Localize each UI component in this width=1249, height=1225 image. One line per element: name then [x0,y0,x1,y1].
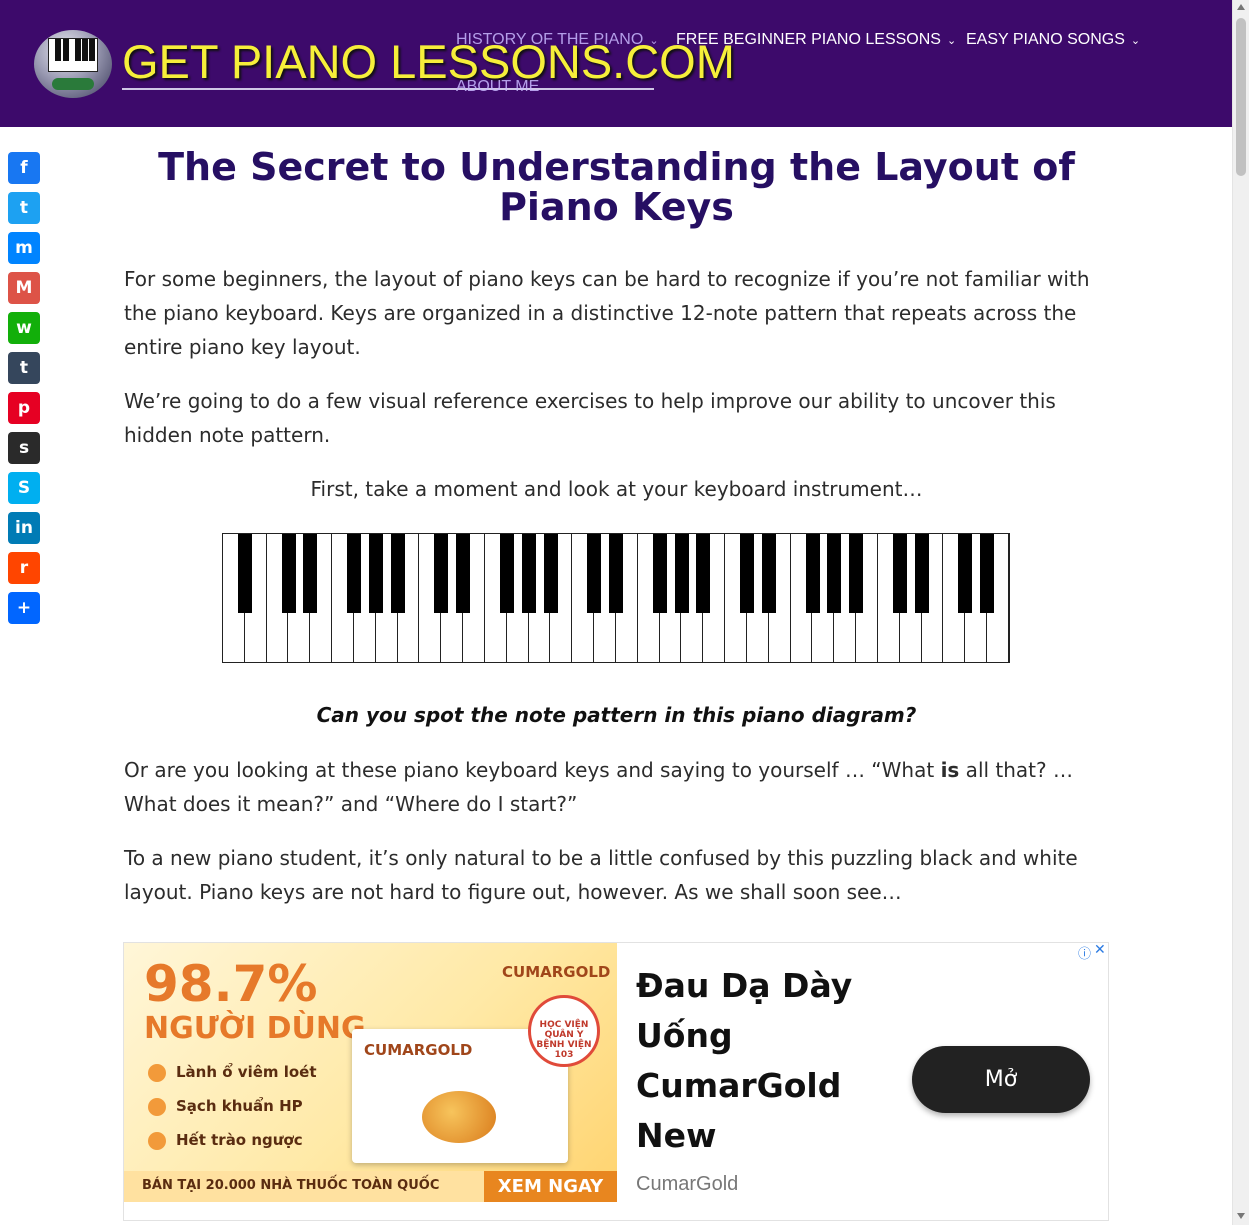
messenger-share-icon[interactable]: m [8,232,40,264]
scrollbar-thumb[interactable] [1236,18,1246,176]
black-key [696,534,711,613]
black-key [543,534,558,613]
diagram-caption: Can you spot the note pattern in this pi… [316,703,917,727]
black-key [892,534,907,613]
black-key [652,534,667,613]
black-key [281,534,296,613]
black-key [609,534,623,613]
gmail-share-icon[interactable]: M [8,272,40,304]
ad-feature-label: Hết trào ngược [176,1131,303,1149]
whatsapp-share-icon[interactable]: w [8,312,40,344]
shield-icon [148,1097,166,1116]
ad-feature: Hết trào ngược [148,1131,303,1150]
nav-free-beginner-piano-lessons[interactable]: FREE BEGINNER PIANO LESSONS ⌄ [676,31,956,49]
look-instruction: First, take a moment and look at your ke… [310,477,923,501]
exercise-paragraph: We’re going to do a few visual reference… [124,389,1056,447]
black-key [390,534,405,613]
ad-close-icon[interactable]: ✕ [1094,943,1106,958]
facebook-share-icon[interactable]: f [8,152,40,184]
black-key [849,534,864,613]
ad-view-now-button[interactable]: XEM NGAY [484,1171,617,1202]
question-paragraph: Or are you looking at these piano keyboa… [124,753,1109,821]
share-sidebar: f t m Mw t p s Sin r + [8,152,40,632]
tumblr-share-icon[interactable]: t [8,352,40,384]
ad-users: NGƯỜI DÙNG [144,1011,366,1046]
nav-label: HISTORY OF THE PIANO [456,31,644,48]
question-text: Or are you looking at these piano keyboa… [124,758,941,782]
ad-percent: 98.7% [144,955,318,1013]
scroll-down-arrow-icon[interactable] [1237,1213,1245,1219]
chevron-down-icon: ⌄ [649,35,659,47]
product-capsule-image [422,1091,496,1143]
advertisement[interactable]: 98.7% NGƯỜI DÙNG Lành ổ viêm loét Sạch k… [123,942,1109,1221]
black-key [237,534,252,613]
ad-info-icon[interactable]: ⓘ [1078,943,1091,962]
black-key [827,534,842,613]
ad-feature-label: Sạch khuẩn HP [176,1097,303,1115]
certification-seal: HỌC VIỆN QUÂN Y BỆNH VIỆN 103 [528,995,600,1067]
black-key [303,534,318,613]
black-key [761,534,776,613]
ad-strip: BÁN TẠI 20.000 NHÀ THUỐC TOÀN QUỐC XEM N… [124,1171,617,1202]
black-key [914,534,929,613]
ad-open-button[interactable]: Mở [912,1046,1090,1113]
intro-paragraph: For some beginners, the layout of piano … [124,267,1090,359]
nav-label: EASY PIANO SONGS [966,31,1125,48]
ad-feature: Lành ổ viêm loét [148,1063,317,1082]
ad-feature-label: Lành ổ viêm loét [176,1063,317,1081]
stomach-icon [148,1063,166,1082]
stomach-icon [148,1131,166,1150]
black-key [347,534,361,613]
black-key [674,534,689,613]
ad-image[interactable]: 98.7% NGƯỜI DÙNG Lành ổ viêm loét Sạch k… [124,943,617,1202]
black-key [587,534,602,613]
nav-history-of-the-piano[interactable]: HISTORY OF THE PIANO ⌄ [456,31,659,49]
piano-logo-icon [34,30,112,98]
twitter-share-icon[interactable]: t [8,192,40,224]
black-key [521,534,536,613]
nav-easy-piano-songs[interactable]: EASY PIANO SONGS ⌄ [966,31,1140,49]
chevron-down-icon: ⌄ [946,35,957,47]
site-header: GET PIANO LESSONS.COM HISTORY OF THE PIA… [0,0,1232,127]
page-title: The Secret to Understanding the Layout o… [158,145,1075,229]
black-key [740,534,754,613]
scroll-up-arrow-icon[interactable] [1237,4,1245,10]
black-key [958,534,973,613]
product-box-brand: CUMARGOLD [364,1041,473,1059]
nav-label: FREE BEGINNER PIANO LESSONS [676,31,941,48]
black-key [456,534,471,613]
ad-brand-logo: CUMARGOLD [502,963,611,981]
black-key [805,534,820,613]
piano-keyboard-diagram [222,533,1010,663]
black-key [368,534,383,613]
pinterest-share-icon[interactable]: p [8,392,40,424]
chevron-down-icon: ⌄ [1130,35,1141,47]
black-key [499,534,514,613]
logo-underline [122,88,654,90]
ad-headline[interactable]: Đau Dạ Dày Uống CumarGold New [636,961,866,1161]
reddit-share-icon[interactable]: r [8,552,40,584]
ad-source[interactable]: CumarGold [636,1173,738,1196]
confusion-paragraph: To a new piano student, it’s only natura… [124,846,1078,904]
scrollbar[interactable] [1232,0,1249,1225]
share-share-icon[interactable]: + [8,592,40,624]
nav-about-me[interactable]: ABOUT ME [456,78,539,96]
black-key [434,534,449,613]
ad-feature: Sạch khuẩn HP [148,1097,303,1116]
nav-label: ABOUT ME [456,78,540,95]
black-key [980,534,995,613]
linkedin-share-icon[interactable]: in [8,512,40,544]
question-emphasis: is [940,758,960,782]
ad-strip-text: BÁN TẠI 20.000 NHÀ THUỐC TOÀN QUỐC [142,1178,440,1193]
skype-share-icon[interactable]: S [8,472,40,504]
snapchat-share-icon[interactable]: s [8,432,40,464]
